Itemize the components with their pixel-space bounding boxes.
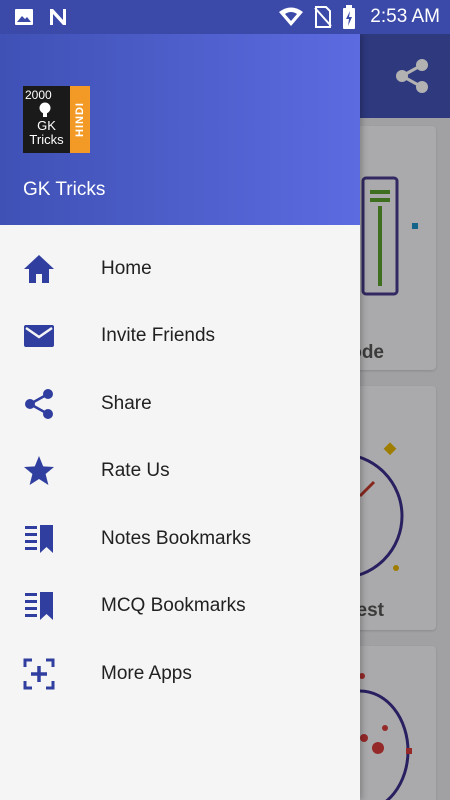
drawer-app-name: GK Tricks — [23, 179, 106, 200]
battery-charging-icon — [342, 5, 356, 29]
mail-icon — [22, 319, 56, 353]
menu-item-label: Home — [101, 257, 152, 279]
status-time: 2:53 AM — [370, 6, 440, 27]
home-icon — [22, 252, 56, 286]
star-icon — [22, 454, 56, 488]
image-icon — [14, 8, 34, 26]
menu-item-mcq-bookmarks[interactable]: MCQ Bookmarks — [0, 573, 360, 641]
lightbulb-icon — [39, 102, 51, 117]
menu-item-label: Share — [101, 392, 152, 414]
notes-bookmark-icon — [22, 522, 56, 556]
no-sim-icon — [314, 6, 333, 28]
menu-item-label: Rate Us — [101, 460, 170, 482]
wifi-icon — [278, 7, 304, 27]
logo-hindi-text: HINDI — [74, 102, 86, 137]
drawer-scrim[interactable] — [360, 34, 450, 800]
share-icon — [22, 387, 56, 421]
menu-item-invite-friends[interactable]: Invite Friends — [0, 303, 360, 371]
more-apps-icon — [22, 657, 56, 691]
logo-year: 2000 — [25, 88, 52, 102]
app-logo: 2000 GK Tricks HINDI — [23, 86, 90, 153]
drawer-header: 2000 GK Tricks HINDI GK Tricks — [0, 34, 360, 225]
menu-item-share[interactable]: Share — [0, 370, 360, 438]
menu-item-label: MCQ Bookmarks — [101, 595, 246, 617]
menu-item-home[interactable]: Home — [0, 235, 360, 303]
mcq-bookmark-icon — [22, 589, 56, 623]
drawer-menu: Home Invite Friends Share Rate Us Notes … — [0, 225, 360, 708]
navigation-drawer: 2000 GK Tricks HINDI GK Tricks Home Invi… — [0, 34, 360, 800]
menu-item-more-apps[interactable]: More Apps — [0, 640, 360, 708]
menu-item-label: Notes Bookmarks — [101, 527, 251, 549]
logo-line-gk: GK — [37, 118, 56, 133]
menu-item-label: Invite Friends — [101, 325, 216, 347]
status-bar: 2:53 AM — [0, 0, 450, 34]
n-icon — [48, 8, 68, 26]
menu-item-rate-us[interactable]: Rate Us — [0, 438, 360, 506]
menu-item-label: More Apps — [101, 662, 192, 684]
menu-item-notes-bookmarks[interactable]: Notes Bookmarks — [0, 505, 360, 573]
logo-line-tricks: Tricks — [29, 132, 64, 147]
